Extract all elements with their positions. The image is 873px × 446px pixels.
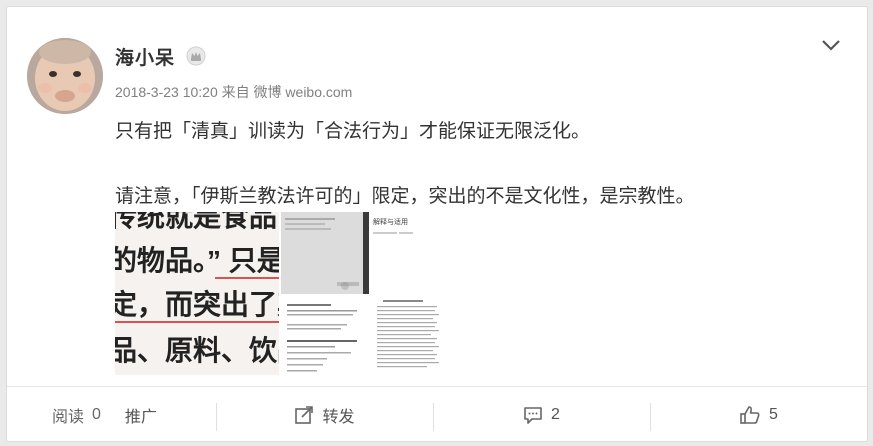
repost-button[interactable]: 转发 xyxy=(216,387,433,443)
post-image-5[interactable] xyxy=(363,294,445,376)
image-snippet-line: 的物品。” 只是 xyxy=(115,244,279,276)
repost-icon xyxy=(295,406,314,424)
read-count: 0 xyxy=(92,406,101,423)
read-label: 阅读 xyxy=(52,409,85,426)
comment-icon xyxy=(524,407,542,424)
weibo-post-card: 海小呆 2018-3-23 10:20 来自 微博 weibo.com 只有把「… xyxy=(6,6,868,442)
chevron-down-icon xyxy=(822,40,840,51)
post-text-line: 请注意，「伊斯兰教法许可的」限定，突出的不是文化性，是宗教性。 xyxy=(115,186,695,207)
post-image-1[interactable]: 传统就是食品 的物品。” 只是 定，而突出了其 品、原料、饮品 xyxy=(115,212,279,375)
post-image-4[interactable] xyxy=(281,294,363,376)
author-name[interactable]: 海小呆 xyxy=(115,43,175,70)
image-cover-title: 解释与适用 xyxy=(373,217,408,226)
post-meta: 2018-3-23 10:20 来自 微博 weibo.com xyxy=(115,84,353,100)
comment-button[interactable]: 2 xyxy=(433,387,650,443)
thumbs-up-icon xyxy=(740,406,760,424)
post-image-2[interactable] xyxy=(281,212,363,294)
image-snippet-line: 传统就是食品 xyxy=(115,212,277,232)
baby-avatar-image xyxy=(27,38,103,114)
post-action-bar: 阅读 0 推广 转发 2 5 xyxy=(7,386,867,442)
like-button[interactable]: 5 xyxy=(650,387,867,443)
crown-badge-icon[interactable] xyxy=(186,46,206,66)
collapse-menu-button[interactable] xyxy=(819,35,843,55)
image-snippet-line: 品、原料、饮品 xyxy=(115,335,279,366)
like-count: 5 xyxy=(769,406,778,423)
image-snippet-line: 定，而突出了其 xyxy=(115,288,279,320)
read-stats: 阅读 0 推广 xyxy=(7,387,216,443)
repost-label: 转发 xyxy=(322,409,355,426)
promote-button[interactable]: 推广 xyxy=(125,403,157,427)
comment-count: 2 xyxy=(551,406,560,423)
post-image-3[interactable]: 解释与适用 xyxy=(363,212,445,294)
avatar[interactable] xyxy=(27,38,103,114)
post-text-line: 只有把「清真」训读为「合法行为」才能保证无限泛化。 xyxy=(115,121,591,142)
